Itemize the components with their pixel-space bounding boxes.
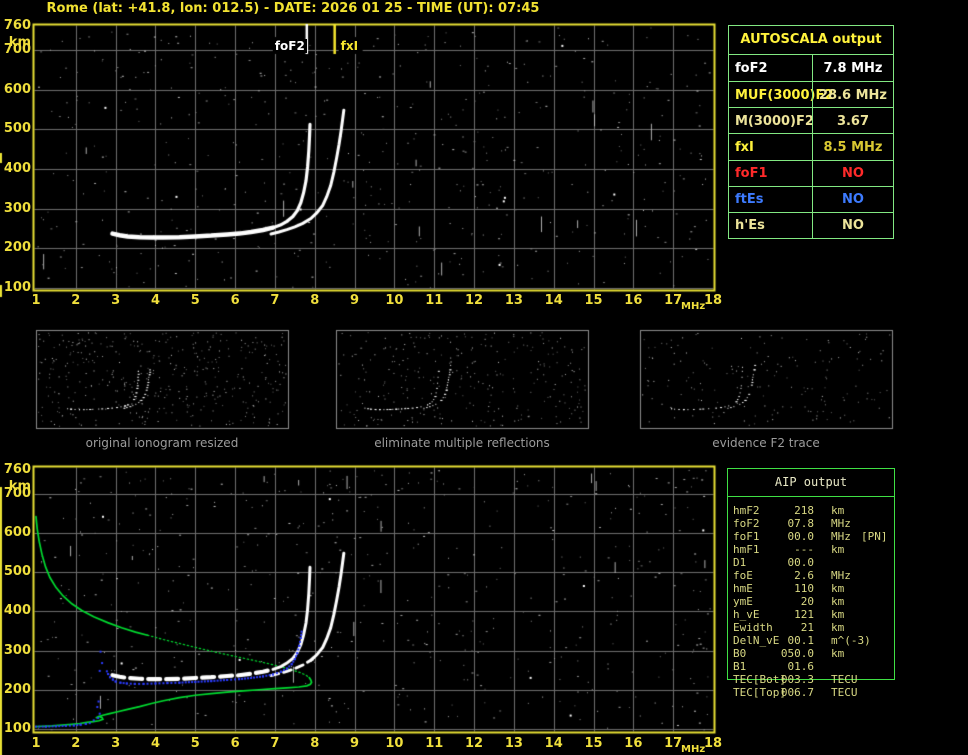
autoscala-row-muf3000f2: MUF(3000)F228.6 MHz [729, 81, 893, 108]
x-axis-tick-label: 7 [260, 737, 290, 750]
autoscala-row-value: 7.8 MHz [812, 55, 893, 81]
x-axis-tick-label: 7 [260, 294, 290, 307]
x-axis-tick-label: 6 [220, 294, 250, 307]
autoscala-app-window: Rome (lat: +41.8, lon: 012.5) - DATE: 20… [0, 0, 968, 755]
y-axis-tick-label: 400 [0, 604, 31, 617]
autoscala-row-value: NO [812, 187, 893, 213]
x-axis-tick-label: 4 [140, 737, 170, 750]
x-axis-tick-label: 14 [539, 294, 569, 307]
autoscala-row-label: h'Es [735, 213, 765, 239]
y-axis-tick-label: 300 [0, 644, 31, 657]
thumbnail-caption-original: original ionogram resized [36, 436, 288, 450]
thumbnail-caption-eliminate: eliminate multiple reflections [336, 436, 588, 450]
x-axis-tick-label: 15 [579, 737, 609, 750]
x-axis-tick-label: 1 [21, 294, 51, 307]
x-axis-tick-label: 11 [419, 737, 449, 750]
autoscala-row-label: foF2 [735, 55, 768, 81]
x-axis-tick-label: 8 [300, 294, 330, 307]
y-axis-tick-label: 300 [0, 202, 31, 215]
x-axis-tick-label: 11 [419, 294, 449, 307]
autoscala-row-ftes: ftEs NO [729, 186, 893, 213]
x-axis-tick-label: 10 [379, 737, 409, 750]
autoscala-row-value: 28.6 MHz [812, 82, 893, 108]
page-title: Rome (lat: +41.8, lon: 012.5) - DATE: 20… [33, 1, 553, 16]
x-axis-tick-label: 5 [180, 294, 210, 307]
x-axis-tick-label: 8 [300, 737, 330, 750]
x-axis-tick-label: 12 [459, 737, 489, 750]
y-axis-unit-label: km [0, 36, 31, 49]
fxi-marker-label: fxI [339, 39, 360, 53]
y-axis-tick-label: 500 [0, 565, 31, 578]
x-axis-tick-label: 13 [499, 737, 529, 750]
x-axis-unit-label: MHz [681, 301, 705, 312]
x-axis-tick-label: 16 [618, 294, 648, 307]
x-axis-tick-label: 2 [61, 737, 91, 750]
x-axis-tick-label: 5 [180, 737, 210, 750]
x-axis-tick-label: 10 [379, 294, 409, 307]
x-axis-tick-label: 16 [618, 737, 648, 750]
x-axis-tick-label: 2 [61, 294, 91, 307]
autoscala-row-m3000f2: M(3000)F23.67 [729, 107, 893, 134]
y-axis-tick-label: 200 [0, 683, 31, 696]
x-axis-unit-label: MHz [681, 744, 705, 755]
x-axis-tick-label: 14 [539, 737, 569, 750]
x-axis-tick-label: 6 [220, 737, 250, 750]
x-axis-tick-label: 1 [21, 737, 51, 750]
aip-output-title: AIP output [728, 469, 894, 497]
x-axis-tick-label: 3 [101, 294, 131, 307]
autoscala-output-panel: AUTOSCALA output foF2 7.8 MHzMUF(3000)F22… [728, 25, 894, 239]
autoscala-row-fof2: foF2 7.8 MHz [729, 55, 893, 81]
autoscala-row-fxi: fxI 8.5 MHz [729, 133, 893, 160]
y-axis-tick-label: 100 [0, 281, 31, 294]
autoscala-row-label: ftEs [735, 187, 764, 213]
y-axis-tick-label: 760 [0, 463, 31, 476]
y-axis-tick-label: 600 [0, 526, 31, 539]
x-axis-tick-label: 4 [140, 294, 170, 307]
y-axis-tick-label: 400 [0, 162, 31, 175]
autoscala-row-label: fxI [735, 134, 754, 160]
autoscala-row-value: 8.5 MHz [812, 134, 893, 160]
autoscala-row-label: foF1 [735, 161, 768, 187]
aip-output-panel: AIP output [727, 468, 895, 680]
x-axis-tick-label: 9 [340, 294, 370, 307]
x-axis-tick-label: 13 [499, 294, 529, 307]
y-axis-tick-label: 500 [0, 122, 31, 135]
autoscala-row-fof1: foF1 NO [729, 160, 893, 187]
x-axis-tick-label: 12 [459, 294, 489, 307]
y-axis-tick-label: 100 [0, 722, 31, 735]
y-axis-tick-label: 600 [0, 83, 31, 96]
x-axis-tick-label: 9 [340, 737, 370, 750]
autoscala-row-hes: h'Es NO [729, 212, 893, 239]
x-axis-tick-label: 3 [101, 737, 131, 750]
autoscala-row-value: NO [812, 161, 893, 187]
x-axis-tick-label: 15 [579, 294, 609, 307]
y-axis-unit-label: km [0, 480, 31, 493]
fof2-marker-label: foF2 [273, 39, 307, 53]
autoscala-row-label: M(3000)F2 [735, 108, 814, 134]
y-axis-tick-label: 200 [0, 241, 31, 254]
thumbnail-caption-evidence: evidence F2 trace [640, 436, 892, 450]
autoscala-row-value: NO [812, 213, 893, 239]
autoscala-row-value: 3.67 [812, 108, 893, 134]
y-axis-tick-label: 760 [0, 19, 31, 32]
autoscala-output-title: AUTOSCALA output [729, 26, 893, 55]
